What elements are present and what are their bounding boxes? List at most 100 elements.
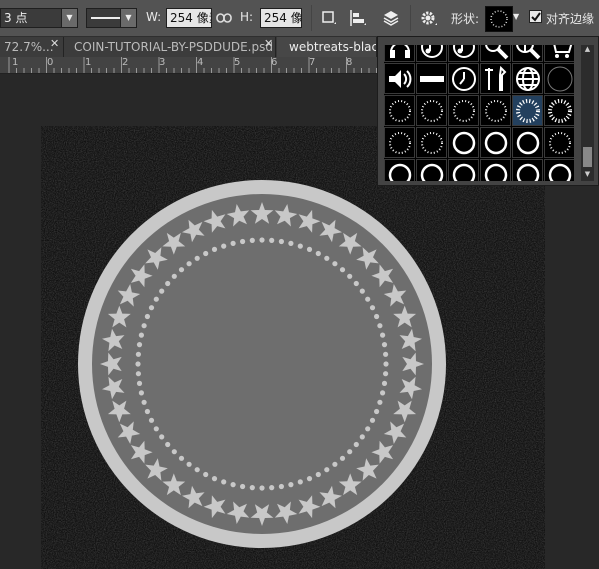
shape-cell[interactable]: [384, 63, 415, 94]
shape-cell[interactable]: [512, 63, 543, 94]
path-operations-icon[interactable]: [318, 8, 340, 28]
shape-cell[interactable]: [512, 45, 543, 62]
coin-dot: [332, 461, 338, 467]
coin-dot: [194, 467, 200, 473]
path-alignment-icon[interactable]: [347, 8, 369, 28]
picker-scrollbar[interactable]: ▲ ▼: [581, 45, 594, 181]
scrollbar-thumb[interactable]: [583, 147, 592, 167]
options-bar: 3 点 ▼ ▼ W: 254 像素 H: 254 像素 形状: ▼: [0, 0, 599, 37]
shape-cell[interactable]: [384, 159, 415, 181]
link-icon[interactable]: [216, 12, 232, 24]
shape-cell[interactable]: [480, 45, 511, 62]
ring-icon: [420, 163, 444, 181]
bar-icon: [420, 76, 444, 82]
globe-icon: [516, 67, 540, 91]
coin-dot: [211, 476, 218, 482]
coin-dot: [383, 361, 389, 367]
stroke-width-value: 3 点: [4, 11, 28, 25]
shape-cell[interactable]: [544, 159, 574, 181]
starburst-circle-icon: [490, 10, 508, 28]
coin-dot: [259, 237, 265, 243]
coin-dot: [153, 426, 159, 432]
close-icon[interactable]: ✕: [50, 37, 59, 50]
shape-cell[interactable]: [544, 95, 574, 126]
coin-dot: [221, 243, 227, 249]
coin-dot: [178, 267, 185, 273]
coin-dot: [269, 237, 275, 243]
shape-cell[interactable]: [448, 45, 479, 62]
shape-cell[interactable]: [416, 63, 447, 94]
shape-cell[interactable]: [544, 45, 574, 62]
line-style-icon: [91, 17, 121, 19]
shape-cell[interactable]: [480, 159, 511, 181]
height-label: H:: [240, 10, 254, 24]
coin-dot: [148, 417, 155, 423]
coin-dot: [365, 296, 371, 302]
ruler-number: 6: [271, 57, 278, 68]
shape-cell[interactable]: [416, 159, 447, 181]
shape-cell[interactable]: [448, 159, 479, 181]
ruler-number: 1: [12, 57, 19, 68]
stroke-width-select[interactable]: 3 点 ▼: [0, 8, 78, 28]
coin-dot: [153, 296, 159, 302]
dotted-circle-icon: [421, 100, 443, 122]
shape-cell[interactable]: [544, 127, 574, 158]
ruler-number: 1: [85, 57, 92, 68]
shape-grid: [384, 45, 574, 181]
gear-icon[interactable]: [418, 8, 440, 28]
shape-cell[interactable]: [416, 127, 447, 158]
shape-cell[interactable]: [512, 95, 543, 126]
coin-dot: [377, 399, 383, 405]
scroll-down-arrow[interactable]: ▼: [581, 170, 594, 180]
path-arrangement-icon[interactable]: [380, 8, 402, 28]
coin-dot: [136, 342, 143, 348]
shape-cell[interactable]: [384, 45, 415, 62]
ring-icon: [452, 163, 476, 181]
shape-cell[interactable]: [384, 95, 415, 126]
coin-dot: [359, 434, 365, 440]
coin-dot: [288, 482, 294, 488]
align-edges-checkbox[interactable]: [529, 10, 542, 23]
ruler-number: 2: [122, 57, 129, 68]
coin-artwork: [41, 126, 545, 569]
document-tab[interactable]: COIN-TUTORIAL-BY-PSDDUDE.psd: [64, 37, 276, 57]
shape-cell[interactable]: [512, 127, 543, 158]
shape-swatch[interactable]: [485, 6, 513, 32]
shape-cell[interactable]: [416, 95, 447, 126]
chevron-down-icon[interactable]: ▼: [61, 9, 77, 27]
shape-cell[interactable]: [416, 45, 447, 62]
shape-cell[interactable]: [448, 127, 479, 158]
close-icon[interactable]: ✕: [264, 37, 273, 50]
shape-cell[interactable]: [480, 63, 511, 94]
coin-dot: [380, 332, 386, 338]
coin-dot: [259, 485, 265, 491]
shape-cell[interactable]: [544, 63, 574, 94]
coin-dot: [211, 246, 218, 252]
coin-dot: [359, 288, 365, 294]
coin-dot: [339, 267, 346, 273]
chevron-down-icon[interactable]: ▼: [513, 12, 519, 21]
coin-dot: [186, 461, 192, 467]
coin-dot: [383, 371, 389, 377]
shape-cell[interactable]: [448, 63, 479, 94]
shape-cell[interactable]: [512, 159, 543, 181]
shape-cell[interactable]: [480, 127, 511, 158]
shopping-cart-icon: [553, 45, 573, 58]
tools-icon: [485, 65, 507, 91]
headphones-icon: [390, 45, 410, 58]
shape-cell[interactable]: [448, 95, 479, 126]
document-tab-active[interactable]: webtreats-black-: [277, 37, 377, 57]
tab-label: 72.7%...: [4, 40, 54, 54]
music-note-icon: [453, 45, 475, 58]
stroke-type-select[interactable]: ▼: [86, 8, 137, 28]
height-field[interactable]: 254 像素: [260, 8, 302, 28]
shape-cell[interactable]: [480, 95, 511, 126]
coin-dot: [288, 240, 294, 246]
document-canvas[interactable]: [41, 126, 545, 569]
shape-cell[interactable]: [384, 127, 415, 158]
chevron-down-icon[interactable]: ▼: [120, 9, 136, 27]
coin-dot: [353, 441, 359, 448]
width-field[interactable]: 254 像素: [166, 8, 212, 28]
scroll-up-arrow[interactable]: ▲: [581, 45, 594, 55]
coin-dot: [297, 479, 303, 485]
